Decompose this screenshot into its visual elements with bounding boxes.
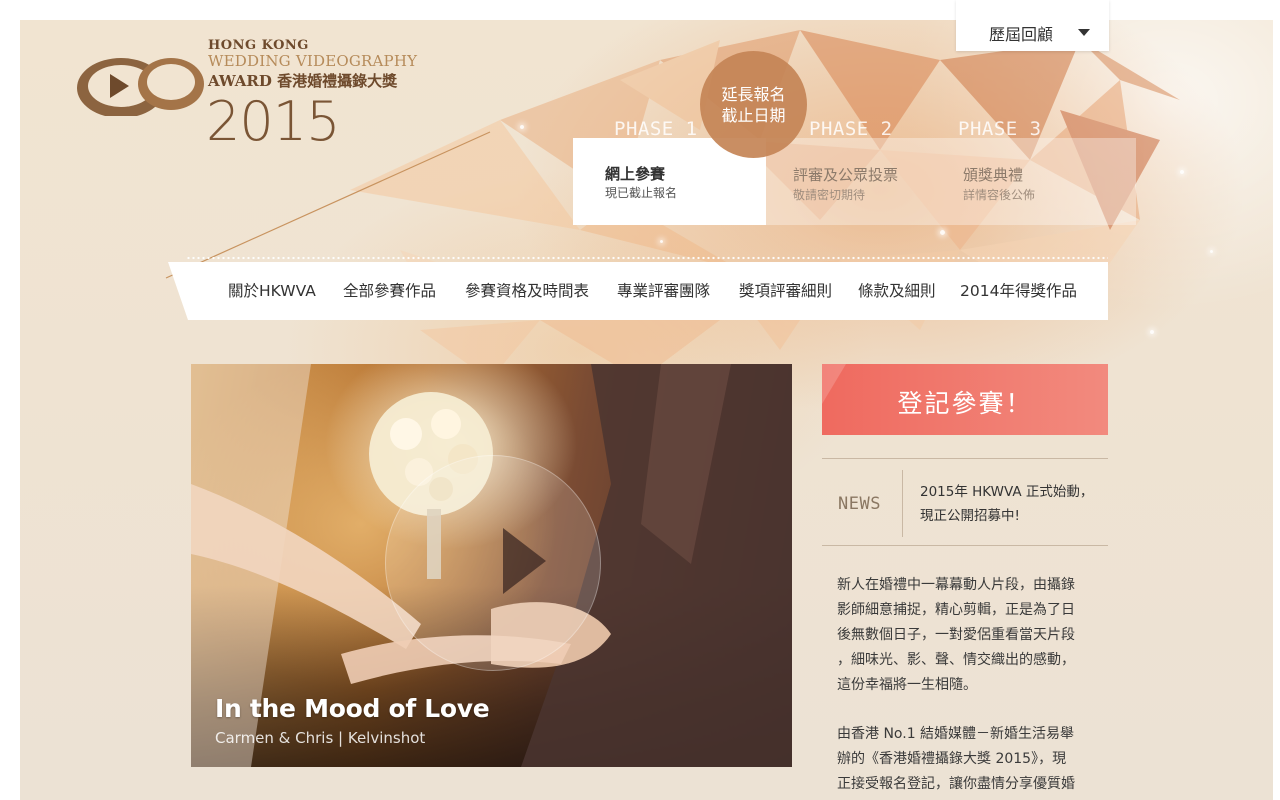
site-logo[interactable]: HONG KONG WEDDING VIDEOGRAPHY AWARD 香港婚禮… [76, 36, 476, 176]
intro-line: 正接受報名登記，讓你盡情分享優質婚 [837, 776, 1075, 792]
nav-item-all-entries[interactable]: 全部參賽作品 [343, 279, 436, 301]
logo-line-2: WEDDING VIDEOGRAPHY [208, 52, 418, 70]
phase-2-tag: PHASE 2 [809, 118, 893, 140]
intro-paragraph-2: 由香港 No.1 結婚媒體－新婚生活易舉 辦的《香港婚禮攝錄大獎 2015》，現… [837, 722, 1097, 797]
archive-dropdown-label: 歷屆回顧 [989, 25, 1054, 44]
phase-3-title[interactable]: 頒獎典禮 [963, 164, 1023, 185]
intro-line: 新人在婚禮中一幕幕動人片段，由攝錄 [837, 577, 1075, 593]
nav-item-judges[interactable]: 專業評審團隊 [617, 279, 710, 301]
intro-line: 後無數個日子，一對愛侶重看當天片段 [837, 627, 1075, 643]
intro-line: ，細味光、影、聲、情交織出的感動， [837, 652, 1075, 668]
deadline-badge[interactable]: 延長報名 截止日期 [700, 51, 807, 158]
intro-paragraph-1: 新人在婚禮中一幕幕動人片段，由攝錄 影師細意捕捉，精心剪輯，正是為了日 後無數個… [837, 573, 1097, 698]
deadline-line-2: 截止日期 [721, 105, 786, 125]
intro-line: 由香港 No.1 結婚媒體－新婚生活易舉 [837, 726, 1075, 742]
news-headline[interactable]: 2015年 HKWVA 正式始動， 現正公開招募中! [920, 480, 1105, 528]
phase-1-subtitle: 現已截止報名 [605, 186, 678, 200]
nav-item-terms[interactable]: 條款及細則 [858, 279, 936, 301]
news-separator [902, 470, 903, 537]
sparkle [1150, 330, 1154, 334]
phase-2-title[interactable]: 評審及公眾投票 [793, 164, 898, 185]
sparkle [660, 240, 663, 243]
nav-item-eligibility[interactable]: 參賽資格及時間表 [465, 279, 589, 301]
news-label: NEWS [838, 494, 881, 514]
nav-item-2014-winners[interactable]: 2014年得獎作品 [960, 279, 1077, 301]
sparkle [520, 125, 524, 129]
sparkle [1180, 170, 1184, 174]
phase-1-tag: PHASE 1 [614, 118, 698, 140]
phase-1-title: 網上參賽 [605, 165, 666, 183]
sparkle [1210, 250, 1213, 253]
intro-line: 影師細意捕捉，精心剪輯，正是為了日 [837, 602, 1075, 618]
intro-line: 辦的《香港婚禮攝錄大獎 2015》，現 [837, 751, 1067, 767]
nav-item-criteria[interactable]: 獎項評審細則 [739, 279, 832, 301]
deadline-line-1: 延長報名 [721, 84, 786, 104]
logo-year: 2015 [206, 90, 340, 153]
logo-line-1: HONG KONG [208, 38, 309, 53]
register-label: 登記參賽！ [897, 390, 1033, 418]
register-button[interactable]: 登記參賽！ [822, 364, 1108, 435]
nav-dot-divider [186, 256, 1108, 260]
phase-3-subtitle: 詳情容後公佈 [963, 188, 1036, 202]
phase-2-subtitle: 敬請密切期待 [793, 188, 866, 202]
play-icon [503, 528, 546, 594]
archive-dropdown[interactable]: 歷屆回顧 [956, 0, 1109, 51]
news-divider-top [822, 458, 1108, 459]
phase-3-tag: PHASE 3 [958, 118, 1042, 140]
video-credit: Carmen & Chris | Kelvinshot [215, 729, 426, 747]
video-play-button[interactable] [385, 455, 601, 671]
news-line-2: 現正公開招募中! [920, 508, 1020, 524]
sparkle [940, 230, 945, 235]
intro-line: 這份幸福將一生相隨。 [837, 677, 977, 693]
logo-line-3: AWARD 香港婚禮攝錄大獎 [208, 72, 398, 90]
news-divider-bottom [822, 545, 1108, 546]
video-title: In the Mood of Love [215, 694, 490, 723]
caret-down-icon [1078, 29, 1090, 36]
news-line-1: 2015年 HKWVA 正式始動， [920, 484, 1094, 500]
rings-icon [77, 58, 204, 116]
nav-item-about[interactable]: 關於HKWVA [228, 279, 316, 301]
